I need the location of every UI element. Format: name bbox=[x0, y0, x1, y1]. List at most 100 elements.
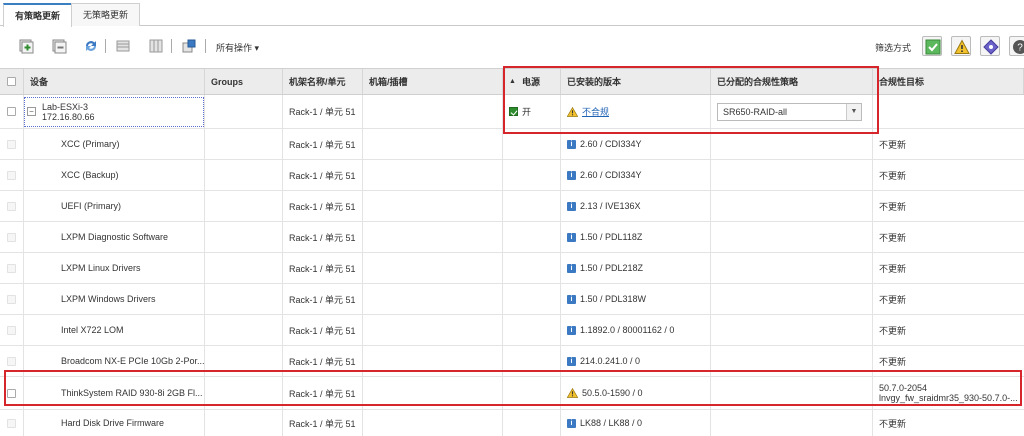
rack-value: Rack-1 / 单元 51 bbox=[283, 253, 363, 283]
info-icon: i bbox=[567, 232, 576, 242]
collapse-icon[interactable]: − bbox=[27, 107, 36, 116]
row-checkbox[interactable] bbox=[7, 356, 16, 366]
device-ip: 172.16.80.66 bbox=[42, 111, 95, 122]
component-name: Broadcom NX-E PCIe 10Gb 2-Por... bbox=[24, 346, 205, 376]
device-name: Lab-ESXi-3 bbox=[42, 101, 89, 112]
filter-label: 筛选方式 bbox=[875, 43, 912, 53]
component-name: XCC (Backup) bbox=[24, 160, 205, 190]
component-name: XCC (Primary) bbox=[24, 129, 205, 159]
rack-value: Rack-1 / 单元 51 bbox=[283, 129, 363, 159]
table-row-raid[interactable]: ThinkSystem RAID 930-8i 2GB Fl... Rack-1… bbox=[0, 377, 1024, 410]
col-policy[interactable]: 已分配的合规性策略 bbox=[711, 69, 873, 94]
installed-version: 2.13 / IVE136X bbox=[580, 201, 641, 211]
row-checkbox[interactable] bbox=[7, 418, 16, 428]
col-slot[interactable]: 机箱/插槽 bbox=[363, 69, 503, 94]
row-checkbox[interactable] bbox=[7, 139, 16, 149]
compliance-target: 不更新 bbox=[879, 170, 907, 181]
table-row[interactable]: UEFI (Primary) Rack-1 / 单元 51 i 2.13 / IV… bbox=[0, 191, 1024, 222]
row-checkbox[interactable] bbox=[7, 170, 16, 180]
refresh-icon[interactable] bbox=[83, 38, 99, 54]
policy-selected-value: SR650-RAID-all bbox=[723, 106, 788, 117]
check-filter-icon[interactable] bbox=[922, 36, 942, 56]
installed-version: 2.60 / CDI334Y bbox=[580, 139, 642, 149]
component-name: LXPM Linux Drivers bbox=[24, 253, 205, 283]
columns-icon[interactable] bbox=[148, 38, 164, 54]
installed-version: LK88 / LK88 / 0 bbox=[580, 418, 643, 428]
target-version: 50.7.0-2054 bbox=[879, 383, 928, 393]
row-checkbox[interactable] bbox=[7, 263, 16, 273]
component-name: Intel X722 LOM bbox=[24, 315, 205, 345]
table-row[interactable]: LXPM Windows Drivers Rack-1 / 单元 51 i 1.5… bbox=[0, 284, 1024, 315]
table-row[interactable]: LXPM Linux Drivers Rack-1 / 单元 51 i 1.50 … bbox=[0, 253, 1024, 284]
table-row[interactable]: LXPM Diagnostic Software Rack-1 / 单元 51 … bbox=[0, 222, 1024, 253]
row-checkbox[interactable] bbox=[7, 232, 16, 242]
row-checkbox[interactable] bbox=[7, 107, 16, 116]
info-icon: i bbox=[567, 418, 576, 428]
rack-value: Rack-1 / 单元 51 bbox=[283, 95, 363, 128]
col-power[interactable]: ▲ 电源 bbox=[503, 69, 561, 94]
col-power-label: 电源 bbox=[521, 77, 540, 87]
info-icon: i bbox=[567, 325, 576, 335]
info-icon: i bbox=[567, 170, 576, 180]
col-rack[interactable]: 机架名称/单元 bbox=[283, 69, 363, 94]
info-icon: i bbox=[567, 356, 576, 366]
help-filter-icon[interactable]: ? bbox=[1009, 36, 1024, 56]
component-name: ThinkSystem RAID 930-8i 2GB Fl... bbox=[24, 377, 205, 409]
table-header: 设备 Groups 机架名称/单元 机箱/插槽 ▲ 电源 已安装的版本 已分配的合… bbox=[0, 68, 1024, 95]
compliance-target: 不更新 bbox=[879, 325, 907, 336]
all-actions-menu[interactable]: 所有操作 ▾ bbox=[216, 41, 259, 54]
compliance-target: 不更新 bbox=[879, 201, 907, 212]
row-checkbox[interactable] bbox=[7, 325, 16, 335]
rack-value: Rack-1 / 单元 51 bbox=[283, 346, 363, 376]
table-row[interactable]: XCC (Backup) Rack-1 / 单元 51 i 2.60 / CDI3… bbox=[0, 160, 1024, 191]
component-name: Hard Disk Drive Firmware bbox=[24, 410, 205, 436]
info-icon: i bbox=[567, 263, 576, 273]
col-target[interactable]: 合规性目标 bbox=[873, 69, 1024, 94]
grid-icon[interactable] bbox=[115, 38, 131, 54]
compliance-target: 不更新 bbox=[879, 263, 907, 274]
installed-version: 2.60 / CDI334Y bbox=[580, 170, 642, 180]
warning-icon bbox=[567, 106, 578, 117]
col-device[interactable]: 设备 bbox=[24, 69, 205, 94]
row-checkbox[interactable] bbox=[7, 201, 16, 211]
non-compliant-link[interactable]: 不合规 bbox=[582, 105, 609, 118]
table-row[interactable]: XCC (Primary) Rack-1 / 单元 51 i 2.60 / CDI… bbox=[0, 129, 1024, 160]
select-all-checkbox[interactable] bbox=[7, 77, 16, 86]
compliance-target: 不更新 bbox=[879, 356, 907, 367]
export-icon[interactable] bbox=[181, 38, 197, 54]
select-all-cell bbox=[0, 69, 24, 94]
table-row[interactable]: Hard Disk Drive Firmware Rack-1 / 单元 51 … bbox=[0, 410, 1024, 436]
device-selection-box[interactable]: − Lab-ESXi-3 172.16.80.66 bbox=[24, 96, 204, 127]
add-icon[interactable] bbox=[18, 38, 34, 54]
remove-icon[interactable] bbox=[51, 38, 67, 54]
col-installed[interactable]: 已安装的版本 bbox=[561, 69, 711, 94]
warning-icon bbox=[567, 388, 578, 398]
component-name: LXPM Diagnostic Software bbox=[24, 222, 205, 252]
power-on-icon bbox=[509, 107, 518, 116]
row-checkbox[interactable] bbox=[7, 388, 16, 398]
rack-value: Rack-1 / 单元 51 bbox=[283, 377, 363, 409]
info-icon: i bbox=[567, 139, 576, 149]
table-row[interactable]: Intel X722 LOM Rack-1 / 单元 51 i 1.1892.0 … bbox=[0, 315, 1024, 346]
warning-filter-icon[interactable] bbox=[951, 36, 971, 56]
table-row[interactable]: Broadcom NX-E PCIe 10Gb 2-Por... Rack-1 … bbox=[0, 346, 1024, 377]
rack-value: Rack-1 / 单元 51 bbox=[283, 222, 363, 252]
chevron-down-icon[interactable]: ▼ bbox=[846, 103, 861, 120]
compliance-target: 不更新 bbox=[879, 294, 907, 305]
tab-with-policy-updates[interactable]: 有策略更新 bbox=[3, 3, 73, 27]
toolbar-separator bbox=[171, 39, 172, 53]
power-state: 开 bbox=[522, 107, 532, 117]
sort-asc-icon: ▲ bbox=[509, 78, 516, 85]
installed-version: 214.0.241.0 / 0 bbox=[580, 356, 641, 366]
row-checkbox[interactable] bbox=[7, 294, 16, 304]
rack-value: Rack-1 / 单元 51 bbox=[283, 284, 363, 314]
compliance-policy-select[interactable]: SR650-RAID-all ▼ bbox=[717, 102, 862, 121]
svg-text:?: ? bbox=[1017, 43, 1023, 54]
component-name: UEFI (Primary) bbox=[24, 191, 205, 221]
rack-value: Rack-1 / 单元 51 bbox=[283, 315, 363, 345]
table-row-parent-device[interactable]: − Lab-ESXi-3 172.16.80.66 Rack-1 / 单元 51… bbox=[0, 95, 1024, 129]
compliance-target: 不更新 bbox=[879, 139, 907, 150]
tab-without-policy-updates[interactable]: 无策略更新 bbox=[71, 3, 141, 26]
col-groups[interactable]: Groups bbox=[205, 69, 283, 94]
diamond-filter-icon[interactable] bbox=[980, 36, 1000, 56]
